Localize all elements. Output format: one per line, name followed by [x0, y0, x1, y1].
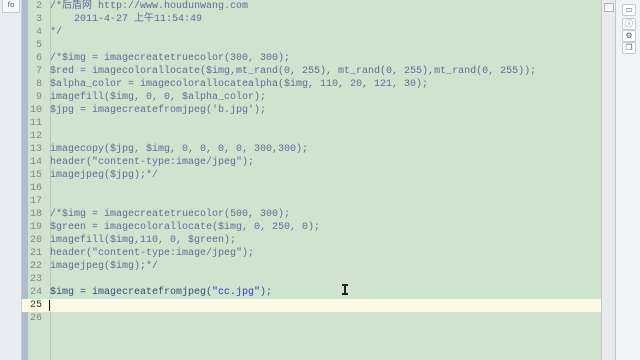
code-line[interactable]: 7 $red = imagecolorallocate($img,mt_rand(…: [22, 65, 601, 78]
code-line[interactable]: 18 /*$img = imagecreatetruecolor(500, 300…: [22, 208, 601, 221]
line-number: 14: [29, 157, 42, 168]
code-line[interactable]: 14 header("content-type:image/jpeg");: [22, 156, 601, 169]
code-line[interactable]: 26: [22, 312, 601, 325]
copy-icon: ❐: [625, 43, 633, 52]
code-line[interactable]: 13 imagecopy($jpg, $img, 0, 0, 0, 0, 300,…: [22, 143, 601, 156]
code-text: $img = imagecreatefromjpeg("cc.jpg");: [50, 286, 272, 299]
code-line[interactable]: 25: [22, 299, 601, 312]
code-line[interactable]: 16: [22, 182, 601, 195]
right-toolbar: ▭ ⓘ ⚙ ❐: [615, 0, 640, 360]
line-number: 7: [35, 66, 42, 77]
copy-button[interactable]: ❐: [622, 42, 636, 54]
code-line[interactable]: 20 imagefill($img,110, 0, $green);: [22, 234, 601, 247]
code-line[interactable]: 2 /*后盾网 http://www.houdunwang.com: [22, 0, 601, 13]
line-number: 20: [29, 235, 42, 246]
line-number: 4: [35, 27, 42, 38]
line-number: 2: [35, 1, 42, 12]
line-number: 3: [35, 14, 42, 25]
code-line[interactable]: 10 $jpg = imagecreatefromjpeg('b.jpg');: [22, 104, 601, 117]
code-line[interactable]: 3 2011-4-27 上午11:54:49: [22, 13, 601, 26]
text-cursor-icon: [342, 284, 348, 295]
line-number: 17: [29, 196, 42, 207]
line-number: 12: [29, 131, 42, 142]
side-tab[interactable]: fo: [2, 0, 20, 13]
line-number: 9: [35, 92, 42, 103]
line-number: 19: [29, 222, 42, 233]
code-editor[interactable]: 2/*后盾网 http://www.houdunwang.com 3 2011-4…: [22, 0, 601, 360]
line-number: 6: [35, 53, 42, 64]
code-line[interactable]: 23: [22, 273, 601, 286]
code-line[interactable]: 17: [22, 195, 601, 208]
code-text: imagejpeg($jpg);*/: [50, 170, 159, 181]
code-text: /*$img = imagecreatetruecolor(500, 300);: [50, 209, 291, 220]
code-text: $green = imagecolorallocate($img, 0, 250…: [50, 222, 321, 233]
line-number: 13: [29, 144, 42, 155]
code-text: imagecopy($jpg, $img, 0, 0, 0, 0, 300,30…: [50, 144, 309, 155]
code-line[interactable]: 9 imagefill($img, 0, 0, $alpha_color);: [22, 91, 601, 104]
code-line[interactable]: 5: [22, 39, 601, 52]
left-side-panel: fo: [0, 0, 22, 360]
overview-ruler-marker: [604, 3, 614, 12]
code-line[interactable]: 12: [22, 130, 601, 143]
info-button[interactable]: ⓘ: [622, 18, 636, 30]
code-line[interactable]: 19 $green = imagecolorallocate($img, 0, 2…: [22, 221, 601, 234]
code-text: */: [50, 27, 63, 38]
code-line[interactable]: 24 $img = imagecreatefromjpeg("cc.jpg");: [22, 286, 601, 299]
line-number: 25: [29, 300, 42, 311]
line-number: 15: [29, 170, 42, 181]
layout-icon: ▭: [625, 5, 633, 14]
line-number: 8: [35, 79, 42, 90]
caret: [49, 300, 50, 311]
vertical-scrollbar[interactable]: [601, 0, 615, 360]
code-text: 2011-4-27 上午11:54:49: [50, 14, 203, 25]
line-number: 21: [29, 248, 42, 259]
code-segment: $img = imagecreatefromjpeg(: [50, 287, 213, 298]
line-number: 26: [29, 313, 42, 324]
line-number: 23: [29, 274, 42, 285]
line-number: 24: [29, 287, 42, 298]
code-line[interactable]: 15 imagejpeg($jpg);*/: [22, 169, 601, 182]
code-line[interactable]: 8 $alpha_color = imagecolorallocatealpha(…: [22, 78, 601, 91]
code-text: header("content-type:image/jpeg");: [50, 157, 255, 168]
info-icon: ⓘ: [625, 19, 633, 28]
code-text: $jpg = imagecreatefromjpeg('b.jpg');: [50, 105, 267, 116]
line-number: 16: [29, 183, 42, 194]
line-number: 22: [29, 261, 42, 272]
plugin-button[interactable]: ⚙: [622, 30, 636, 42]
code-segment: );: [260, 287, 273, 298]
code-line[interactable]: 6 /*$img = imagecreatetruecolor(300, 300)…: [22, 52, 601, 65]
code-text: imagefill($img,110, 0, $green);: [50, 235, 237, 246]
code-text: imagefill($img, 0, 0, $alpha_color);: [50, 92, 267, 103]
plugin-icon: ⚙: [625, 31, 633, 40]
line-number: 11: [29, 118, 42, 129]
string-literal: "cc.jpg": [212, 287, 261, 298]
code-line[interactable]: 22 imagejpeg($img);*/: [22, 260, 601, 273]
line-number: 5: [35, 40, 42, 51]
code-text: /*后盾网 http://www.houdunwang.com: [50, 1, 249, 12]
code-text: imagejpeg($img);*/: [50, 261, 159, 272]
code-text: $alpha_color = imagecolorallocatealpha($…: [50, 79, 429, 90]
code-line[interactable]: 21 header("content-type:image/jpeg");: [22, 247, 601, 260]
code-line[interactable]: 4 */: [22, 26, 601, 39]
code-text: header("content-type:image/jpeg");: [50, 248, 255, 259]
code-text: /*$img = imagecreatetruecolor(300, 300);: [50, 53, 291, 64]
line-number: 18: [29, 209, 42, 220]
code-line[interactable]: 11: [22, 117, 601, 130]
line-number: 10: [29, 105, 42, 116]
layout-button[interactable]: ▭: [622, 4, 636, 16]
code-text: $red = imagecolorallocate($img,mt_rand(0…: [50, 66, 537, 77]
